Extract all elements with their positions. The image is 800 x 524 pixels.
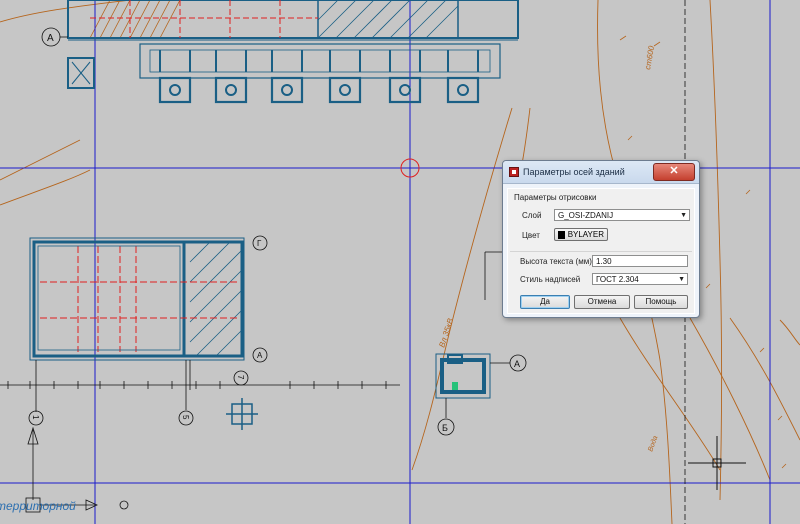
- text-style-value: ГОСТ 2.304: [596, 275, 639, 284]
- layer-value: G_OSI-ZDANIJ: [558, 211, 614, 220]
- text-height-label: Высота текста (мм): [520, 257, 592, 266]
- dialog-body: Параметры отрисовки Слой G_OSI-ZDANIJ ▼ …: [507, 188, 695, 314]
- layer-select[interactable]: G_OSI-ZDANIJ ▼: [554, 209, 690, 221]
- color-swatch: [558, 230, 565, 239]
- axis-label-a-top: А: [47, 33, 54, 44]
- text-height-value: 1.30: [596, 257, 612, 266]
- render-params-group: Параметры отрисовки Слой G_OSI-ZDANIJ ▼ …: [510, 191, 692, 252]
- bottom-italic-label: территорной: [0, 499, 76, 513]
- color-label: Цвет: [522, 231, 540, 240]
- axis-label-g: Г: [257, 239, 262, 248]
- group-title: Параметры отрисовки: [514, 193, 597, 202]
- dialog-title: Параметры осей зданий: [523, 167, 625, 177]
- text-style-label: Стиль надписей: [520, 275, 581, 284]
- axis-parameters-dialog: Параметры осей зданий ✕ Параметры отрисо…: [502, 160, 700, 318]
- cancel-button[interactable]: Отмена: [574, 295, 630, 309]
- help-button[interactable]: Помощь: [634, 295, 688, 309]
- dialog-titlebar[interactable]: Параметры осей зданий ✕: [503, 161, 699, 184]
- axis-label-7: 7: [236, 375, 245, 380]
- app-icon: [509, 167, 519, 177]
- chevron-down-icon: ▼: [680, 212, 687, 219]
- close-button[interactable]: ✕: [653, 163, 695, 181]
- layer-label: Слой: [522, 211, 542, 220]
- axis-label-a-mid: А: [257, 351, 263, 360]
- axis-label-b-small: Б: [442, 423, 448, 433]
- color-button[interactable]: BYLAYER: [554, 228, 608, 241]
- axis-label-5: 5: [181, 415, 190, 420]
- axis-label-a-small: А: [514, 359, 520, 369]
- text-style-select[interactable]: ГОСТ 2.304 ▼: [592, 273, 688, 285]
- color-value: BYLAYER: [567, 230, 604, 239]
- axis-label-1: 1: [31, 415, 40, 420]
- text-height-input[interactable]: 1.30: [592, 255, 688, 267]
- chevron-down-icon: ▼: [678, 276, 685, 283]
- ok-button[interactable]: Да: [520, 295, 570, 309]
